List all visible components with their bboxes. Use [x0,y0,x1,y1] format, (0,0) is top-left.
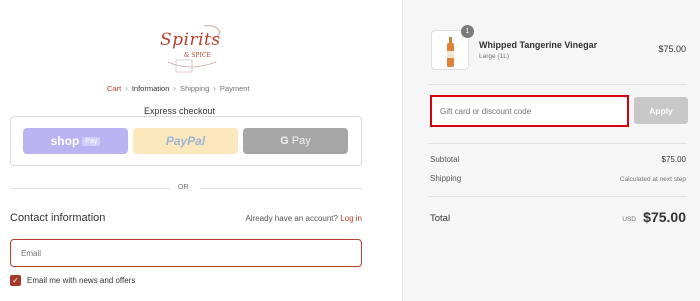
product-price: $75.00 [658,44,686,54]
email-field[interactable]: Email [10,239,362,267]
logo-text: Spirits [160,30,221,50]
quantity-badge: 1 [461,25,474,38]
breadcrumb-payment: Payment [219,84,250,93]
account-prompt-text: Already have an account? [245,214,338,223]
store-logo[interactable]: Spirits & SPICE [160,22,230,78]
total-value: $75.00 [643,209,686,225]
summary-divider [428,84,687,85]
breadcrumb-shipping: Shipping [180,84,210,93]
bottle-icon [447,37,454,67]
newsletter-option[interactable]: ✓ Email me with news and offers [10,275,135,286]
breadcrumb: Cart › Information › Shipping › Payment [107,84,250,93]
total-label: Total [430,213,451,224]
account-prompt: Already have an account? Log in [245,214,362,223]
paypal-button[interactable]: PayPal [133,128,238,154]
checkout-main-panel: Spirits & SPICE Cart › Information › Shi… [0,0,402,301]
divider-line-right [200,188,362,189]
google-pay-label: Pay [291,135,311,147]
total-currency: USD [622,216,636,223]
subtotal-value: $75.00 [661,155,686,164]
login-link[interactable]: Log in [340,214,362,223]
apply-discount-button[interactable]: Apply [634,97,688,124]
breadcrumb-cart[interactable]: Cart [107,84,121,93]
product-variant: Large (1L) [479,53,509,60]
chevron-right-icon: › [173,84,177,93]
shipping-label: Shipping [430,174,462,183]
chevron-right-icon: › [125,84,128,93]
newsletter-label: Email me with news and offers [27,276,136,285]
shop-pay-badge: Pay [82,136,101,146]
discount-code-placeholder: Gift card or discount code [440,106,532,116]
order-summary-panel: 1 Whipped Tangerine Vinegar Large (1L) $… [402,0,700,301]
paypal-label: PayPal [165,134,206,148]
apply-button-label: Apply [649,105,673,116]
newsletter-checkbox[interactable]: ✓ [10,275,21,286]
discount-code-input[interactable]: Gift card or discount code [430,95,629,127]
breadcrumb-information: Information [131,84,170,93]
contact-information-heading: Contact information [10,212,106,224]
google-pay-button[interactable]: G Pay [243,128,348,154]
email-placeholder: Email [21,248,42,258]
google-icon: G [280,135,289,147]
divider-line-left [10,188,170,189]
chevron-right-icon: › [213,84,216,93]
product-name: Whipped Tangerine Vinegar [479,40,598,50]
or-divider-text: OR [178,184,189,191]
shipping-value: Calculated at next step [619,176,686,183]
logo-subtext: & SPICE [184,52,211,59]
shop-pay-label: shop [50,134,80,148]
subtotal-label: Subtotal [430,155,460,164]
shop-pay-button[interactable]: shop Pay [23,128,128,154]
summary-divider [428,196,687,197]
express-checkout-title: Express checkout [138,106,222,116]
summary-divider [428,143,687,144]
